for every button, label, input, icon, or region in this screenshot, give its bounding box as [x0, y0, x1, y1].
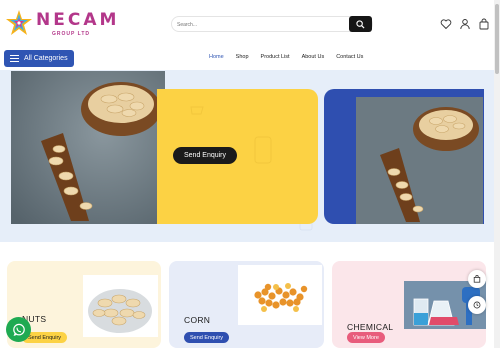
bag-icon[interactable] — [478, 18, 490, 30]
whatsapp-icon — [12, 323, 25, 336]
main-nav: All Categories Home Shop Product List Ab… — [0, 46, 494, 70]
scrollbar-thumb[interactable] — [495, 4, 499, 74]
heart-icon[interactable] — [440, 18, 452, 30]
page-scrollbar[interactable] — [494, 0, 500, 348]
chemical-view-more-button[interactable]: View More — [347, 332, 385, 343]
cashew-image-left — [11, 71, 165, 224]
brand-name[interactable]: NECAM — [36, 10, 119, 30]
nuts-image — [83, 275, 158, 337]
category-card-corn[interactable]: CORN Send Enquiry — [169, 261, 324, 348]
site-header: NECAM GROUP LTD — [0, 0, 494, 46]
all-categories-label: All Categories — [24, 55, 68, 62]
brand-subtitle: GROUP LTD — [52, 31, 90, 37]
floating-cart-button[interactable] — [468, 270, 486, 288]
whatsapp-button[interactable] — [6, 317, 31, 342]
search-icon — [356, 19, 365, 29]
bag-icon — [473, 275, 481, 283]
all-categories-button[interactable]: All Categories — [4, 50, 74, 67]
nav-link-contact-us[interactable]: Contact Us — [336, 54, 363, 60]
cashew-image-right — [356, 97, 483, 224]
card-title-chemical: CHEMICAL — [347, 322, 394, 332]
history-icon — [473, 301, 481, 309]
search-input[interactable] — [177, 19, 347, 30]
nav-link-home[interactable]: Home — [209, 54, 224, 60]
logo-icon[interactable] — [4, 8, 34, 38]
search-box — [171, 16, 373, 32]
nav-links: Home Shop Product List About Us Contact … — [209, 54, 375, 60]
floating-history-button[interactable] — [468, 296, 486, 314]
card-title-corn: CORN — [184, 315, 211, 325]
hero-send-enquiry-button[interactable]: Send Enquiry — [173, 147, 237, 164]
search-button[interactable] — [349, 16, 372, 32]
nav-link-about-us[interactable]: About Us — [302, 54, 325, 60]
page: NECAM GROUP LTD All Categories — [0, 0, 500, 348]
corn-image — [238, 265, 322, 325]
nav-link-product-list[interactable]: Product List — [261, 54, 290, 60]
nav-link-shop[interactable]: Shop — [236, 54, 249, 60]
user-icon[interactable] — [459, 18, 471, 30]
category-card-nuts[interactable]: NUTS Send Enquiry — [7, 261, 161, 348]
menu-icon — [10, 55, 19, 62]
corn-send-enquiry-button[interactable]: Send Enquiry — [184, 332, 230, 343]
category-card-chemical[interactable]: CHEMICAL View More — [332, 261, 486, 348]
